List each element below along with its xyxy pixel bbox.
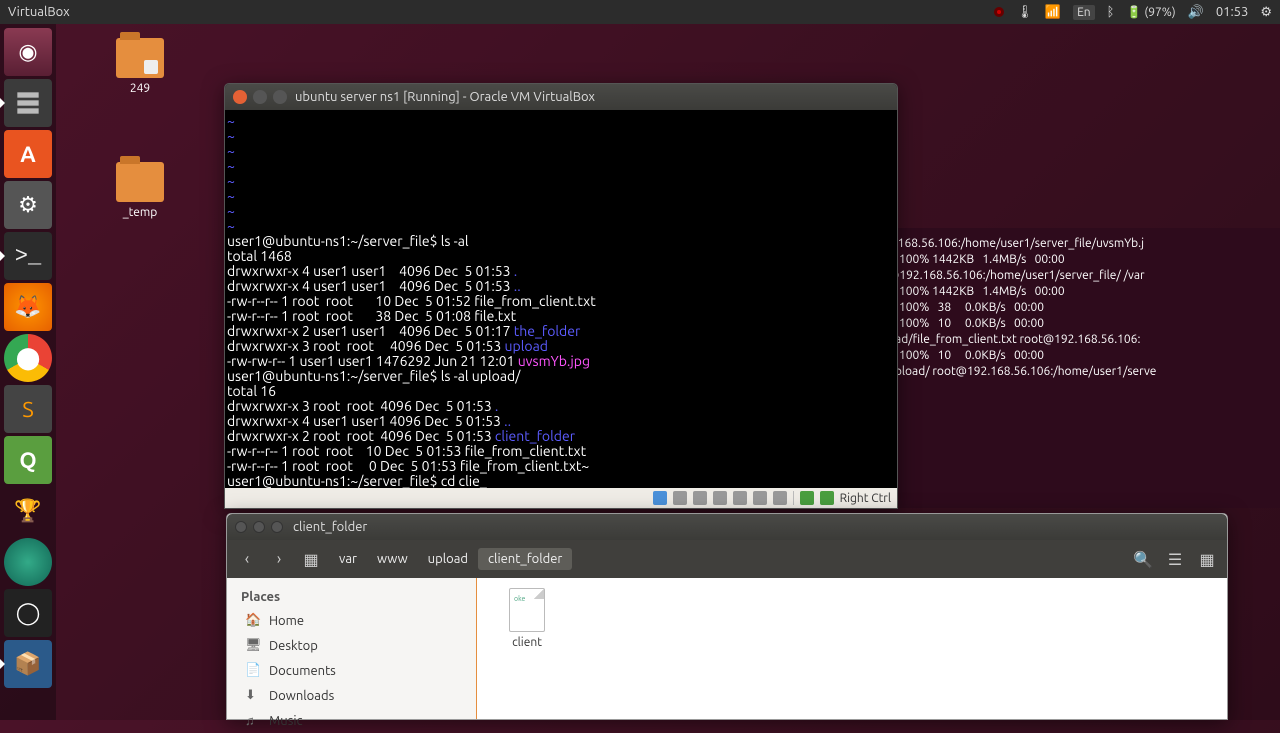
files-content[interactable]: oke client bbox=[477, 578, 1227, 719]
grid-view-icon[interactable]: ▦ bbox=[1193, 545, 1221, 573]
place-icon: 📄 bbox=[245, 663, 261, 678]
minimize-button[interactable] bbox=[253, 521, 265, 533]
files-sidebar: Places 🏠Home🖥Desktop📄Documents⬇Downloads… bbox=[227, 578, 477, 719]
desktop-folder-249[interactable]: 249 bbox=[100, 38, 180, 95]
background-terminal[interactable]: 2.168.56.106:/home/user1/server_file/uvs… bbox=[880, 228, 1280, 508]
software-center-icon[interactable]: A bbox=[4, 130, 52, 178]
trophy-icon[interactable]: 🏆 bbox=[4, 487, 52, 535]
desktop-icon-label: _temp bbox=[100, 206, 180, 219]
sublime-icon[interactable]: S bbox=[4, 385, 52, 433]
launcher: ◉ A ⚙ >_ 🦊 ⬤ S Q 🏆 ◯ 📦 bbox=[0, 24, 56, 720]
lock-icon bbox=[144, 60, 158, 74]
clock[interactable]: 01:53 bbox=[1216, 5, 1249, 19]
volume-icon[interactable]: 🔊 bbox=[1188, 5, 1204, 20]
bluetooth-icon[interactable]: ᛒ bbox=[1107, 5, 1115, 19]
desktop-folder-temp[interactable]: _temp bbox=[100, 162, 180, 219]
breadcrumb-www[interactable]: www bbox=[367, 548, 418, 570]
system-settings-icon[interactable]: ⚙ bbox=[4, 181, 52, 229]
minimize-button[interactable] bbox=[253, 90, 267, 104]
place-icon: ⬇ bbox=[245, 688, 261, 703]
recording-icon[interactable] bbox=[773, 491, 787, 505]
hdd-icon[interactable] bbox=[653, 491, 667, 505]
marble-icon[interactable] bbox=[4, 538, 52, 586]
file-label: client bbox=[487, 636, 567, 649]
virtualbox-window: ubuntu server ns1 [Running] - Oracle VM … bbox=[224, 83, 898, 509]
view-menu-icon[interactable]: ☰ bbox=[1161, 545, 1189, 573]
keyboard-icon[interactable] bbox=[820, 491, 834, 505]
breadcrumb: varwwwuploadclient_folder bbox=[329, 548, 572, 570]
path-toggle-icon[interactable]: ▦ bbox=[297, 545, 325, 573]
shared-folder-icon[interactable] bbox=[733, 491, 747, 505]
dash-icon[interactable]: ◉ bbox=[4, 28, 52, 76]
maximize-button[interactable] bbox=[271, 521, 283, 533]
place-icon: 🖥 bbox=[245, 638, 261, 653]
files-toolbar: ‹ › ▦ varwwwuploadclient_folder 🔍 ☰ ▦ bbox=[227, 540, 1227, 578]
sidebar-header: Places bbox=[227, 586, 476, 608]
host-key-label: Right Ctrl bbox=[840, 492, 891, 505]
sidebar-item-home[interactable]: 🏠Home bbox=[227, 608, 476, 633]
mouse-integration-icon[interactable] bbox=[800, 491, 814, 505]
display-icon[interactable] bbox=[753, 491, 767, 505]
file-item-client[interactable]: oke client bbox=[487, 588, 567, 649]
language-indicator[interactable]: En bbox=[1073, 5, 1095, 20]
desktop-icon-label: 249 bbox=[100, 82, 180, 95]
virtualbox-icon[interactable]: 📦 bbox=[4, 640, 52, 688]
optical-icon[interactable] bbox=[673, 491, 687, 505]
sidebar-item-downloads[interactable]: ⬇Downloads bbox=[227, 683, 476, 708]
terminal-icon[interactable]: >_ bbox=[4, 232, 52, 280]
maximize-button[interactable] bbox=[273, 90, 287, 104]
vbox-titlebar[interactable]: ubuntu server ns1 [Running] - Oracle VM … bbox=[225, 84, 897, 110]
settings-icon[interactable]: ⚙ bbox=[1260, 5, 1272, 20]
network-icon[interactable] bbox=[713, 491, 727, 505]
forward-button[interactable]: › bbox=[265, 545, 293, 573]
wifi-icon[interactable]: 📶 bbox=[1045, 5, 1061, 20]
files-window: client_folder ‹ › ▦ varwwwuploadclient_f… bbox=[226, 513, 1228, 720]
place-icon: ♫ bbox=[245, 713, 261, 728]
record-icon[interactable] bbox=[994, 7, 1004, 17]
document-icon: oke bbox=[509, 588, 545, 632]
top-panel: VirtualBox 🌡 📶 En ᛒ 🔋(97%) 🔊 01:53 ⚙ bbox=[0, 0, 1280, 24]
vbox-terminal[interactable]: ~~~~~~~~user1@ubuntu-ns1:~/server_file$ … bbox=[225, 110, 897, 488]
qgis-icon[interactable]: Q bbox=[4, 436, 52, 484]
breadcrumb-client_folder[interactable]: client_folder bbox=[478, 548, 572, 570]
place-icon: 🏠 bbox=[245, 613, 261, 628]
close-button[interactable] bbox=[235, 521, 247, 533]
battery-indicator[interactable]: 🔋(97%) bbox=[1126, 5, 1175, 19]
sidebar-item-desktop[interactable]: 🖥Desktop bbox=[227, 633, 476, 658]
chrome-icon[interactable]: ⬤ bbox=[4, 334, 52, 382]
vbox-title: ubuntu server ns1 [Running] - Oracle VM … bbox=[295, 90, 595, 104]
search-icon[interactable]: 🔍 bbox=[1129, 545, 1157, 573]
files-titlebar[interactable]: client_folder bbox=[227, 514, 1227, 540]
firefox-icon[interactable]: 🦊 bbox=[4, 283, 52, 331]
files-icon[interactable] bbox=[4, 79, 52, 127]
thermometer-icon[interactable]: 🌡 bbox=[1016, 5, 1033, 20]
breadcrumb-upload[interactable]: upload bbox=[418, 548, 478, 570]
close-button[interactable] bbox=[233, 90, 247, 104]
app-title: VirtualBox bbox=[8, 5, 70, 19]
usb-icon[interactable] bbox=[693, 491, 707, 505]
files-title: client_folder bbox=[293, 520, 367, 534]
obs-icon[interactable]: ◯ bbox=[4, 589, 52, 637]
sidebar-item-documents[interactable]: 📄Documents bbox=[227, 658, 476, 683]
vbox-statusbar: Right Ctrl bbox=[225, 488, 897, 508]
back-button[interactable]: ‹ bbox=[233, 545, 261, 573]
breadcrumb-var[interactable]: var bbox=[329, 548, 367, 570]
sidebar-item-music[interactable]: ♫Music bbox=[227, 708, 476, 733]
